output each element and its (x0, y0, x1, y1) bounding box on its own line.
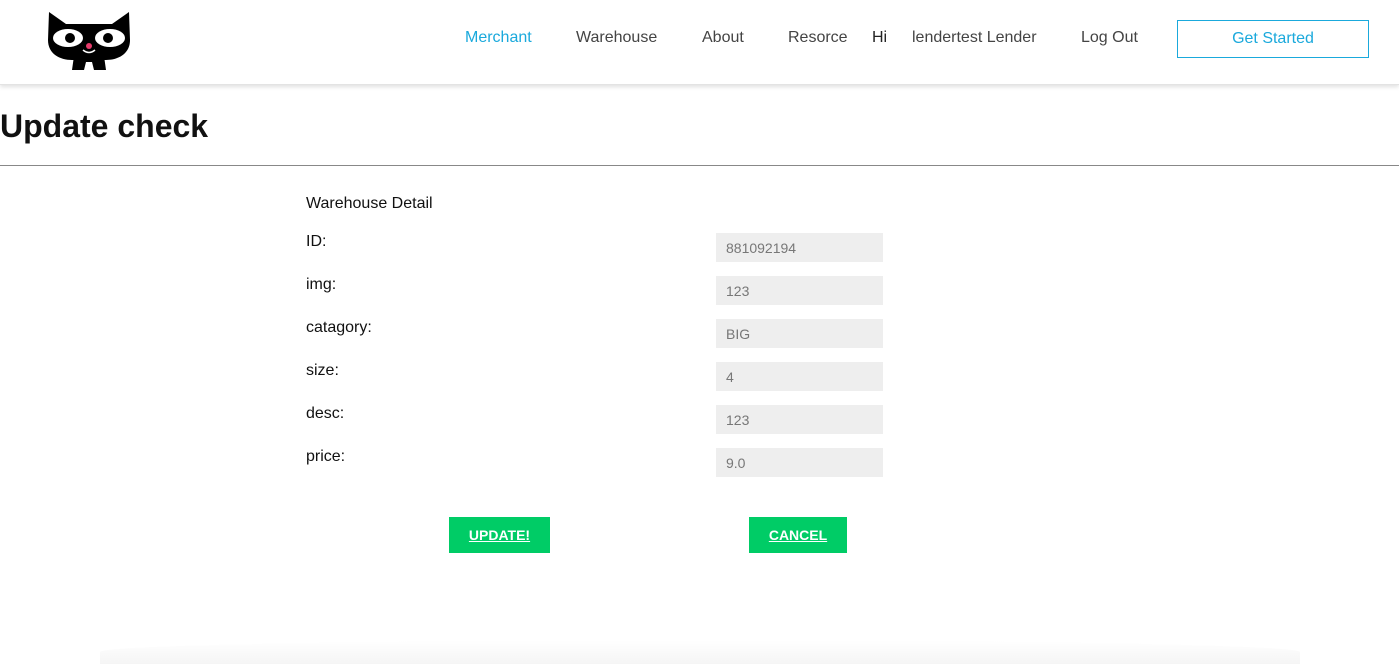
top-navbar: Merchant Warehouse About Resorce Hi lend… (0, 0, 1399, 85)
price-label: price: (306, 448, 346, 465)
update-button[interactable]: UPDATE! (449, 517, 550, 553)
img-label: img: (306, 276, 337, 293)
desc-label: desc: (306, 405, 345, 422)
bottom-shadow (100, 640, 1300, 664)
id-label: ID: (306, 233, 327, 250)
catagory-label: catagory: (306, 319, 372, 336)
desc-field[interactable] (716, 405, 883, 434)
size-field[interactable] (716, 362, 883, 391)
cat-logo-icon[interactable] (46, 10, 132, 72)
nav-warehouse-link[interactable]: Warehouse (576, 28, 657, 48)
nav-resorce-link[interactable]: Resorce (788, 28, 848, 48)
section-title: Warehouse Detail (306, 195, 433, 212)
nav-merchant-link[interactable]: Merchant (465, 28, 532, 48)
greeting-text: Hi (872, 29, 888, 46)
page-title: Update check (0, 108, 209, 144)
img-field[interactable] (716, 276, 883, 305)
cancel-button[interactable]: CANCEL (749, 517, 847, 553)
get-started-button[interactable]: Get Started (1177, 20, 1369, 58)
catagory-field[interactable] (716, 319, 883, 348)
id-field[interactable] (716, 233, 883, 262)
logout-link[interactable]: Log Out (1081, 28, 1138, 48)
size-label: size: (306, 362, 339, 379)
user-name-link[interactable]: lendertest Lender (912, 28, 1037, 48)
price-field[interactable] (716, 448, 883, 477)
title-divider (0, 165, 1399, 166)
nav-about-link[interactable]: About (702, 28, 744, 48)
